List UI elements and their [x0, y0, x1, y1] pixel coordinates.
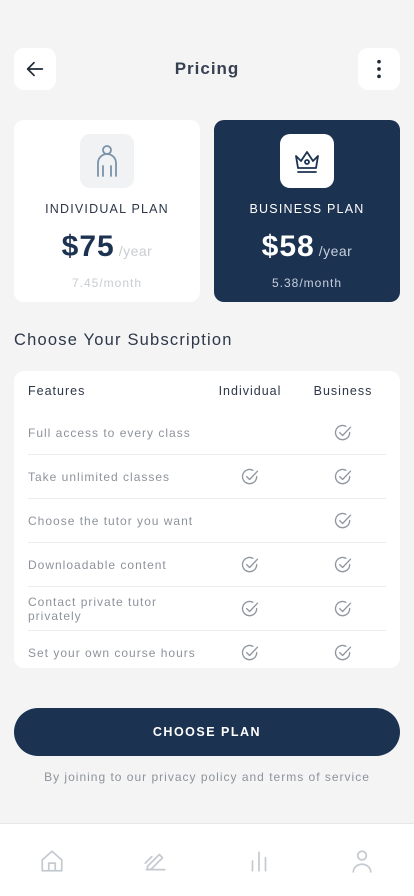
more-vertical-icon: [377, 59, 381, 79]
features-header: Features Individual Business: [28, 371, 386, 411]
tab-home[interactable]: [22, 848, 82, 874]
check-circle-icon: [334, 512, 352, 528]
back-button[interactable]: [14, 48, 56, 90]
person-icon: [97, 145, 117, 177]
plan-icon-box: [280, 134, 334, 188]
plan-period: /year: [318, 243, 353, 259]
plan-price: $75: [61, 230, 115, 263]
price-row: $75 /year: [62, 230, 153, 264]
table-row: Take unlimited classes: [28, 455, 386, 499]
header: Pricing: [14, 48, 400, 90]
price-row: $58 /year: [262, 230, 353, 264]
plan-monthly: 7.45/month: [71, 276, 143, 290]
plan-name: BUSINESS PLAN: [249, 202, 365, 216]
edit-icon: [144, 853, 166, 871]
plan-icon-box: [80, 134, 134, 188]
individual-plan-card[interactable]: INDIVIDUAL PLAN $75 /year 7.45/month: [14, 120, 200, 302]
check-circle-icon: [334, 556, 352, 572]
table-row: Set your own course hours: [28, 631, 386, 675]
check-circle-icon: [334, 424, 352, 440]
page-title: Pricing: [174, 59, 240, 78]
check-circle-icon: [241, 644, 259, 661]
plan-period: /year: [118, 243, 153, 259]
table-row: Contact private tutor privately: [28, 587, 386, 631]
table-row: Choose the tutor you want: [28, 499, 386, 543]
business-cell: [300, 643, 386, 663]
business-cell: [300, 423, 386, 443]
features-table: Features Individual Business Full access…: [14, 371, 400, 668]
header-business: Business: [313, 384, 373, 398]
feature-label: Full access to every class: [28, 425, 191, 440]
header-features: Features: [28, 384, 86, 398]
individual-cell: [200, 467, 300, 487]
check-circle-icon: [241, 468, 259, 484]
tab-bar: [0, 823, 414, 896]
check-circle-icon: [334, 468, 352, 484]
tab-profile[interactable]: [332, 848, 392, 874]
business-cell: [300, 467, 386, 487]
check-circle-icon: [241, 556, 259, 572]
tab-edit[interactable]: [125, 848, 185, 874]
chart-icon: [251, 851, 267, 872]
profile-icon: [352, 850, 372, 873]
feature-label: Choose the tutor you want: [28, 513, 194, 528]
business-cell: [300, 511, 386, 531]
header-individual: Individual: [218, 384, 282, 398]
tab-stats[interactable]: [229, 848, 289, 874]
choose-plan-button[interactable]: CHOOSE PLAN: [14, 708, 400, 756]
feature-label: Set your own course hours: [28, 646, 196, 660]
business-plan-card[interactable]: BUSINESS PLAN $58 /year 5.38/month: [214, 120, 400, 302]
business-cell: [300, 599, 386, 619]
plan-cards: INDIVIDUAL PLAN $75 /year 7.45/month BUS…: [14, 120, 400, 302]
feature-label: Take unlimited classes: [28, 469, 171, 484]
table-row: Downloadable content: [28, 543, 386, 587]
arrow-left-icon: [26, 61, 44, 77]
section-title: Choose Your Subscription: [14, 331, 233, 349]
table-row: Full access to every class: [28, 411, 386, 455]
feature-label: Downloadable content: [28, 557, 167, 572]
terms-text[interactable]: By joining to our privacy policy and ter…: [0, 770, 414, 784]
individual-cell: [200, 643, 300, 663]
plan-monthly: 5.38/month: [271, 276, 343, 290]
feature-label: Contact private tutor privately: [28, 594, 158, 623]
individual-cell: [200, 599, 300, 619]
check-circle-icon: [334, 644, 352, 661]
plan-name: INDIVIDUAL PLAN: [45, 202, 169, 216]
feature-rows: Full access to every class Take unlimited…: [28, 411, 386, 675]
home-icon: [41, 850, 63, 872]
individual-cell: [200, 555, 300, 575]
business-cell: [300, 555, 386, 575]
plan-price: $58: [261, 230, 315, 263]
crown-icon: [295, 151, 319, 173]
more-button[interactable]: [358, 48, 400, 90]
check-circle-icon: [334, 600, 352, 616]
check-circle-icon: [241, 600, 259, 616]
